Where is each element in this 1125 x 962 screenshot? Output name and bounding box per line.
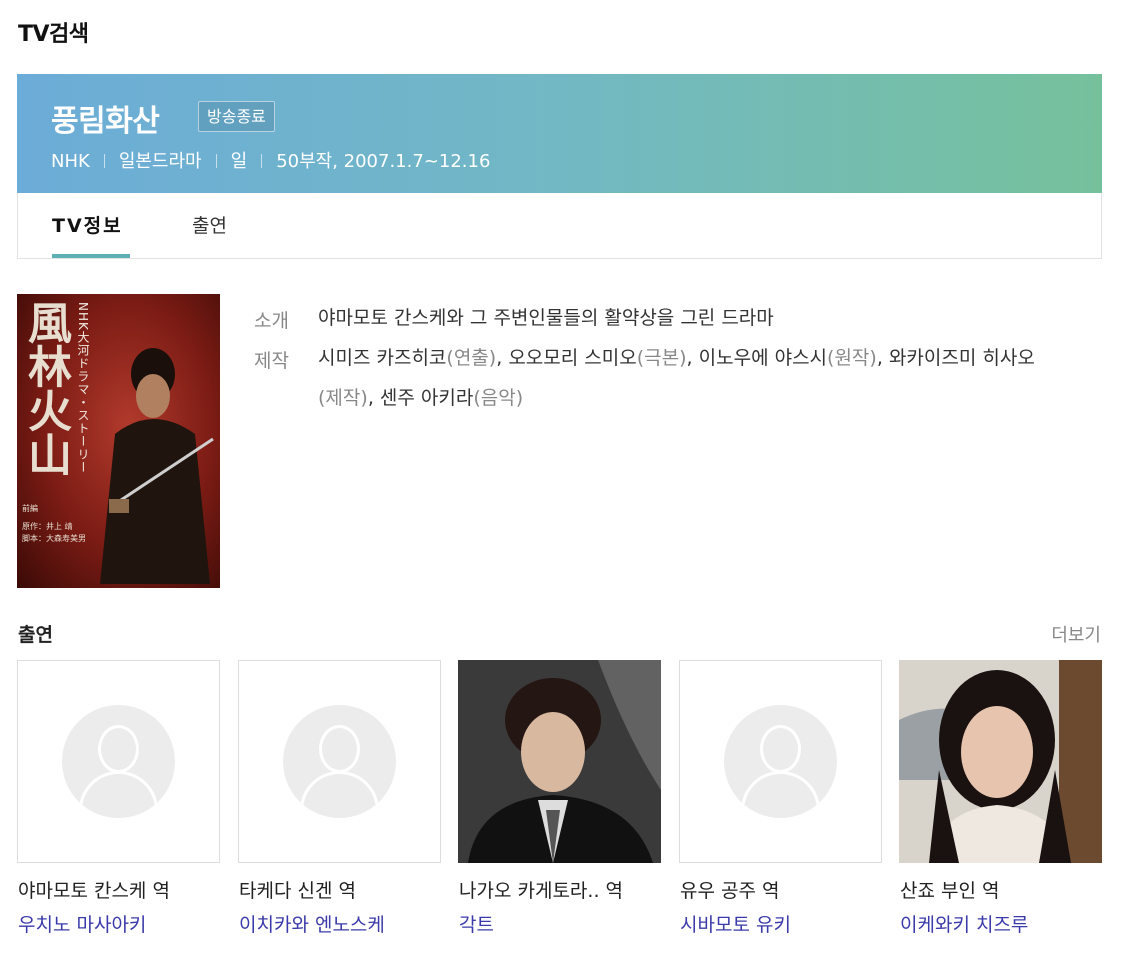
person-placeholder-icon bbox=[283, 705, 396, 818]
meta-genre: 일본드라마 bbox=[118, 151, 202, 172]
meta-broadcaster: NHK bbox=[51, 151, 90, 172]
credit-role: 원작 bbox=[834, 347, 870, 369]
cast-photo-placeholder[interactable] bbox=[238, 660, 441, 863]
cast-actor-link[interactable]: 각트 bbox=[459, 910, 494, 937]
meta-episodes-dates: 50부작, 2007.1.7~12.16 bbox=[276, 151, 491, 172]
more-link[interactable]: 더보기 bbox=[1051, 621, 1101, 647]
credit-name: 센주 아키라 bbox=[379, 387, 474, 409]
tab-cast[interactable]: 출연 bbox=[192, 211, 227, 238]
cast-card[interactable]: 야마모토 칸스케 역 우치노 마사아키 bbox=[17, 660, 220, 936]
cast-role: 야마모토 칸스케 역 bbox=[18, 880, 170, 902]
credit-name: 시미즈 카즈히코 bbox=[318, 347, 447, 369]
credit-name: 오오모리 스미오 bbox=[508, 347, 637, 369]
cast-actor-link[interactable]: 우치노 마사아키 bbox=[18, 910, 146, 937]
person-placeholder-icon bbox=[724, 705, 837, 818]
cast-actor-link[interactable]: 이케와키 치즈루 bbox=[900, 910, 1028, 937]
program-meta: NHK 일본드라마 일 50부작, 2007.1.7~12.16 bbox=[51, 147, 490, 173]
poster-calligraphy: 風林火山 bbox=[20, 300, 71, 476]
active-tab-indicator bbox=[52, 254, 130, 258]
cast-role: 유우 공주 역 bbox=[680, 880, 780, 902]
production-label: 제작 bbox=[254, 350, 289, 372]
actor-photo-man bbox=[458, 660, 661, 863]
credit-role: 극본 bbox=[644, 347, 680, 369]
program-banner: 풍림화산 방송종료 NHK 일본드라마 일 50부작, 2007.1.7~12.16 bbox=[17, 74, 1102, 193]
tab-tv-info[interactable]: TV정보 bbox=[52, 211, 123, 238]
poster-subtitle: NHK大河ドラマ・ストーリー bbox=[76, 302, 90, 474]
meta-day: 일 bbox=[230, 151, 248, 172]
cast-photo[interactable] bbox=[458, 660, 661, 863]
status-badge: 방송종료 bbox=[198, 101, 275, 132]
intro-text: 야마모토 간스케와 그 주변인물들의 활약상을 그린 드라마 bbox=[318, 307, 774, 329]
cast-photo-placeholder[interactable] bbox=[679, 660, 882, 863]
tab-bar: TV정보 출연 bbox=[17, 193, 1102, 259]
person-placeholder-icon bbox=[62, 705, 175, 818]
poster-volume: 前編 bbox=[22, 504, 38, 513]
cast-card[interactable]: 산죠 부인 역 이케와키 치즈루 bbox=[899, 660, 1102, 936]
cast-card[interactable]: 나가오 카게토라.. 역 각트 bbox=[458, 660, 661, 936]
program-title: 풍림화산 bbox=[51, 104, 160, 139]
poster-samurai-figure bbox=[100, 348, 214, 584]
poster-credit-script: 脚本：大森寿美男 bbox=[22, 534, 86, 543]
cast-card[interactable]: 타케다 신겐 역 이치카와 엔노스케 bbox=[238, 660, 441, 936]
actor-photo-woman bbox=[899, 660, 1102, 863]
intro-label: 소개 bbox=[254, 310, 289, 332]
credit-name: 와카이즈미 히사오 bbox=[888, 347, 1035, 369]
poster-credit-original: 原作：井上 靖 bbox=[22, 522, 73, 531]
cast-actor-link[interactable]: 이치카와 엔노스케 bbox=[239, 910, 385, 937]
page: TV검색 풍림화산 방송종료 NHK 일본드라마 일 50부작, 2007.1.7~1… bbox=[0, 0, 1125, 962]
credit-role: 연출 bbox=[453, 347, 489, 369]
credit-role: 제작 bbox=[325, 387, 361, 409]
cast-role: 산죠 부인 역 bbox=[900, 880, 1000, 902]
credit-name: 이노우에 야스시 bbox=[698, 347, 828, 369]
cast-role: 타케다 신겐 역 bbox=[239, 880, 356, 902]
meta-divider bbox=[103, 154, 105, 168]
cast-actor-link[interactable]: 시바모토 유키 bbox=[680, 910, 791, 937]
meta-divider bbox=[261, 154, 263, 168]
cast-card[interactable]: 유우 공주 역 시바모토 유키 bbox=[679, 660, 882, 936]
cast-photo[interactable] bbox=[899, 660, 1102, 863]
credit-role: 음악 bbox=[480, 387, 516, 409]
meta-divider bbox=[215, 154, 217, 168]
cast-role: 나가오 카게토라.. 역 bbox=[459, 880, 623, 902]
production-credits: 시미즈 카즈히코(연출), 오오모리 스미오(극본), 이노우에 야스시(원작)… bbox=[318, 347, 1035, 409]
program-poster[interactable]: 風林火山 NHK大河ドラマ・ストーリー 前編 原作：井上 靖 脚本：大森寿美男 bbox=[17, 294, 220, 588]
cast-photo-placeholder[interactable] bbox=[17, 660, 220, 863]
cast-heading: 출연 bbox=[18, 624, 53, 646]
section-title: TV검색 bbox=[18, 22, 89, 47]
